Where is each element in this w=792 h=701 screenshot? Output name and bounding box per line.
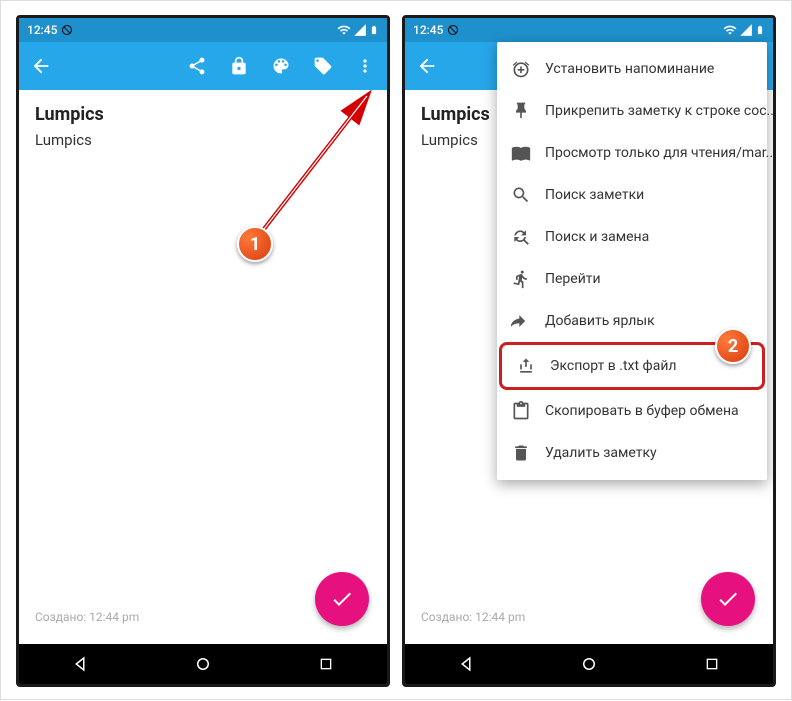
annotation-badge-1: 1: [237, 226, 273, 262]
share-button[interactable]: [185, 54, 209, 78]
find-replace-icon: [511, 227, 531, 247]
phone-left: 12:45: [16, 15, 390, 687]
nav-recent[interactable]: [700, 652, 724, 676]
save-fab[interactable]: [701, 572, 755, 626]
export-icon: [516, 356, 536, 376]
created-label: Создано: 12:44 pm: [35, 610, 139, 624]
nav-home[interactable]: [577, 652, 601, 676]
back-button[interactable]: [29, 54, 53, 78]
alarm-add-icon: [511, 59, 531, 79]
run-icon: [511, 269, 531, 289]
clipboard-icon: [511, 401, 531, 421]
battery-icon: [369, 23, 379, 37]
menu-pin-note[interactable]: Прикрепить заметку к строке сос..: [497, 90, 767, 132]
menu-item-label: Установить напоминание: [545, 61, 714, 77]
status-time: 12:45: [27, 23, 57, 37]
menu-read-only[interactable]: Просмотр только для чтения/mar..: [497, 132, 767, 174]
signal-icon: [353, 23, 367, 37]
menu-delete-note[interactable]: Удалить заметку: [497, 432, 767, 474]
nav-bar: [19, 644, 387, 684]
menu-item-label: Добавить ярлык: [545, 313, 655, 329]
menu-find-replace[interactable]: Поиск и замена: [497, 216, 767, 258]
menu-item-label: Удалить заметку: [545, 445, 657, 461]
menu-item-label: Перейти: [545, 271, 601, 287]
do-not-disturb-icon: [447, 24, 459, 36]
overflow-menu-button[interactable]: [353, 54, 377, 78]
nav-bar: [405, 644, 773, 684]
palette-button[interactable]: [269, 54, 293, 78]
status-bar: 12:45: [405, 18, 773, 42]
lock-button[interactable]: [227, 54, 251, 78]
tag-button[interactable]: [311, 54, 335, 78]
nav-home[interactable]: [191, 652, 215, 676]
redo-icon: [511, 311, 531, 331]
battery-icon: [755, 23, 765, 37]
book-icon: [511, 143, 531, 163]
menu-item-label: Просмотр только для чтения/mar..: [545, 145, 773, 161]
search-icon: [511, 185, 531, 205]
menu-search-note[interactable]: Поиск заметки: [497, 174, 767, 216]
nav-back[interactable]: [68, 652, 92, 676]
do-not-disturb-icon: [61, 24, 73, 36]
status-time: 12:45: [413, 23, 443, 37]
trash-icon: [511, 443, 531, 463]
status-bar: 12:45: [19, 18, 387, 42]
wifi-icon: [337, 23, 351, 37]
menu-item-label: Поиск заметки: [545, 187, 644, 203]
menu-item-label: Прикрепить заметку к строке сос..: [545, 103, 774, 119]
menu-copy-clipboard[interactable]: Скопировать в буфер обмена: [497, 390, 767, 432]
created-label: Создано: 12:44 pm: [421, 610, 525, 624]
nav-recent[interactable]: [314, 652, 338, 676]
annotation-badge-2: 2: [715, 328, 751, 364]
wifi-icon: [723, 23, 737, 37]
menu-goto[interactable]: Перейти: [497, 258, 767, 300]
nav-back[interactable]: [454, 652, 478, 676]
menu-item-label: Поиск и замена: [545, 229, 649, 245]
overflow-menu: Установить напоминание Прикрепить заметк…: [497, 42, 767, 480]
back-button[interactable]: [415, 54, 439, 78]
menu-item-label: Скопировать в буфер обмена: [545, 403, 739, 419]
pin-icon: [511, 101, 531, 121]
menu-item-label: Экспорт в .txt файл: [550, 358, 677, 374]
save-fab[interactable]: [315, 572, 369, 626]
phone-right: 12:45 Lumpics Lumpics Создано: 12:44 pm: [402, 15, 776, 687]
signal-icon: [739, 23, 753, 37]
menu-set-reminder[interactable]: Установить напоминание: [497, 48, 767, 90]
